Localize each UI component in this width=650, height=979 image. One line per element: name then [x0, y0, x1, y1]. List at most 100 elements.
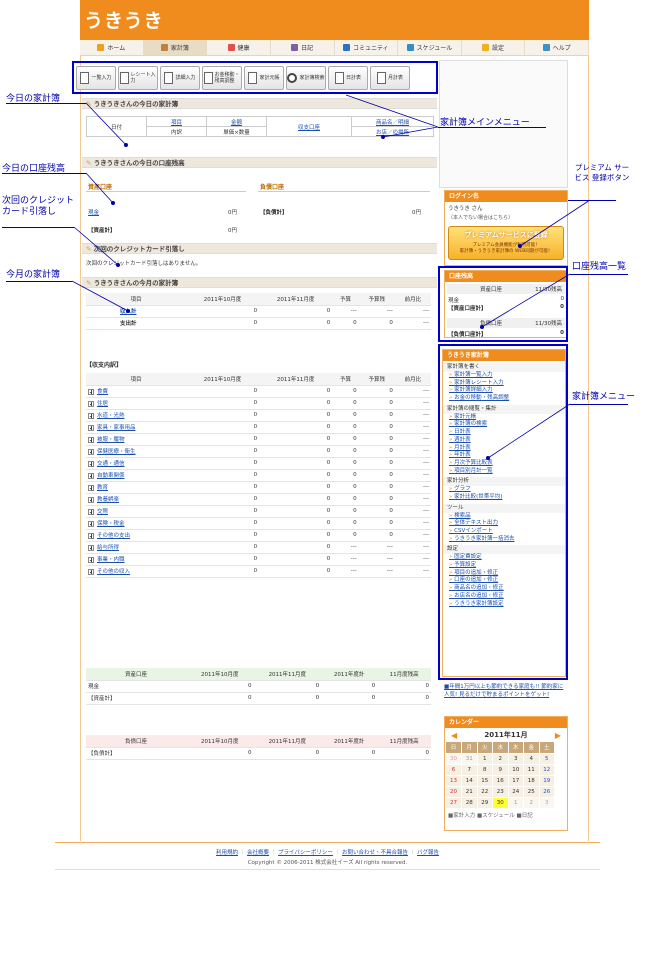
calendar-day[interactable]: 31	[461, 753, 478, 765]
expand-icon[interactable]	[88, 520, 94, 527]
book-menu-item[interactable]: 項目別月計一覧	[443, 468, 565, 476]
expand-icon[interactable]	[88, 424, 94, 431]
expand-icon[interactable]	[88, 508, 94, 515]
book-menu-item[interactable]: グラフ	[443, 486, 565, 494]
calendar-day[interactable]: 3	[539, 797, 555, 809]
col-amount[interactable]: 金額	[206, 116, 267, 127]
book-menu-item[interactable]: 家計簿詳細入力	[443, 387, 565, 395]
expand-icon[interactable]	[88, 496, 94, 503]
book-menu-item[interactable]: うきうき家計簿一括消去	[443, 536, 565, 544]
site-logo[interactable]: うきうき	[84, 6, 164, 33]
row-label[interactable]: 家具・家事用品	[97, 425, 136, 431]
calendar-day[interactable]: 12	[539, 764, 555, 776]
book-menu-item[interactable]: 日計表	[443, 429, 565, 437]
book-menu-item[interactable]: 家計比較(世帯平均)	[443, 494, 565, 502]
calendar-day[interactable]: 22	[477, 786, 493, 798]
footer-link[interactable]: バグ報告	[417, 850, 439, 856]
row-label[interactable]: 食費	[97, 389, 108, 395]
calendar-day[interactable]: 24	[508, 786, 524, 798]
menu-button-2[interactable]: 詳細入力	[160, 65, 200, 90]
nav-item-7[interactable]: ヘルプ	[525, 40, 589, 55]
calendar-day[interactable]: 26	[539, 786, 555, 798]
calendar-day[interactable]: 3	[508, 753, 524, 765]
calendar-day[interactable]: 15	[477, 775, 493, 787]
nav-item-3[interactable]: 日記	[271, 40, 335, 55]
calendar-day[interactable]: 2	[523, 797, 540, 809]
expand-icon[interactable]	[88, 472, 94, 479]
col-item[interactable]: 項目	[146, 116, 207, 127]
login-note[interactable]: （本人でない場合はこちら）	[445, 214, 567, 221]
nav-item-2[interactable]: 健康	[207, 40, 271, 55]
expand-icon[interactable]	[88, 412, 94, 419]
book-menu-item[interactable]: 月次予算比較表	[443, 460, 565, 468]
calendar-day[interactable]: 25	[523, 786, 540, 798]
expand-icon[interactable]	[88, 400, 94, 407]
promo-notice[interactable]: ■年間1万円以上も節約できる家庭も!! 節約家に人気! 見るだけで貯まるポイント…	[444, 684, 568, 699]
book-menu-item[interactable]: お店名の追加・修正	[443, 593, 565, 601]
menu-button-5[interactable]: 家計簿検索	[286, 65, 326, 90]
calendar-day[interactable]: 21	[461, 786, 478, 798]
next-month-icon[interactable]: ▶	[555, 731, 561, 740]
calendar-day[interactable]: 29	[477, 797, 493, 809]
menu-button-3[interactable]: お金移動・残高調整	[202, 65, 242, 90]
asset-cash-link[interactable]: 現金	[88, 208, 99, 216]
row-label[interactable]: 事業・内職	[97, 557, 125, 563]
nav-item-5[interactable]: スケジュール	[398, 40, 462, 55]
nav-item-0[interactable]: ホーム	[80, 40, 144, 55]
expand-icon[interactable]	[88, 388, 94, 395]
menu-button-0[interactable]: 一覧入力	[76, 65, 116, 90]
calendar-day[interactable]: 10	[508, 764, 524, 776]
calendar-day[interactable]: 27	[446, 797, 462, 809]
book-menu-item[interactable]: 週計表	[443, 437, 565, 445]
menu-button-4[interactable]: 家計元帳	[244, 65, 284, 90]
row-label[interactable]: 保健医療・衛生	[97, 449, 136, 455]
nav-item-6[interactable]: 設定	[462, 40, 526, 55]
col-product[interactable]: 商品名／明細	[351, 116, 434, 127]
row-label[interactable]: 教養娯楽	[97, 497, 119, 503]
expand-icon[interactable]	[88, 556, 94, 563]
calendar-day[interactable]: 28	[461, 797, 478, 809]
menu-button-1[interactable]: レシート入力	[118, 65, 158, 90]
menu-button-7[interactable]: 月計表	[370, 65, 410, 90]
calendar-day[interactable]: 17	[508, 775, 524, 787]
book-menu-item[interactable]: 口座の追加・修正	[443, 577, 565, 585]
footer-link[interactable]: 利用規約	[216, 850, 238, 856]
footer-link[interactable]: お問い合わせ・不具合報告	[342, 850, 408, 856]
row-label[interactable]: その他の収入	[97, 569, 130, 575]
calendar-day[interactable]: 13	[446, 775, 462, 787]
book-menu-item[interactable]: CSVインポート	[443, 528, 565, 536]
calendar-day[interactable]: 7	[461, 764, 478, 776]
row-label[interactable]: その他の支出	[97, 533, 130, 539]
book-menu-item[interactable]: 家計簿の検索	[443, 421, 565, 429]
book-menu-item[interactable]: 商品名の追加・修正	[443, 585, 565, 593]
calendar-day[interactable]: 1	[508, 797, 524, 809]
book-menu-item[interactable]: お金の移動・残高調整	[443, 395, 565, 403]
calendar-day[interactable]: 6	[446, 764, 462, 776]
col-payment[interactable]: 収支口座	[266, 116, 352, 137]
row-label[interactable]: 住居	[97, 401, 108, 407]
calendar-day[interactable]: 20	[446, 786, 462, 798]
expand-icon[interactable]	[88, 448, 94, 455]
row-label[interactable]: 教育	[97, 485, 108, 491]
col-shop[interactable]: お店／の場所	[352, 127, 434, 137]
calendar-day[interactable]: 23	[492, 786, 509, 798]
expand-icon[interactable]	[88, 436, 94, 443]
calendar-day[interactable]: 5	[539, 753, 555, 765]
book-menu-item[interactable]: 全体テキスト出力	[443, 520, 565, 528]
row-label[interactable]: 水道・光熱	[97, 413, 125, 419]
expand-icon[interactable]	[88, 532, 94, 539]
row-label[interactable]: 交通・通信	[97, 461, 125, 467]
row-label[interactable]: 保険・税金	[97, 521, 125, 527]
calendar-day[interactable]: 19	[539, 775, 555, 787]
calendar-day[interactable]: 2	[492, 753, 509, 765]
row-label[interactable]: 交際	[97, 509, 108, 515]
nav-item-1[interactable]: 家計簿	[143, 40, 208, 55]
calendar-day[interactable]: 9	[492, 764, 509, 776]
calendar-day[interactable]: 14	[461, 775, 478, 787]
calendar-day[interactable]: 16	[492, 775, 509, 787]
calendar-day[interactable]: 18	[523, 775, 540, 787]
footer-link[interactable]: プライバシーポリシー	[278, 850, 333, 856]
row-label[interactable]: 自動車関係	[97, 473, 125, 479]
row-label[interactable]: 給与所得	[97, 545, 119, 551]
book-menu-item[interactable]: 家計簿一覧入力	[443, 372, 565, 380]
